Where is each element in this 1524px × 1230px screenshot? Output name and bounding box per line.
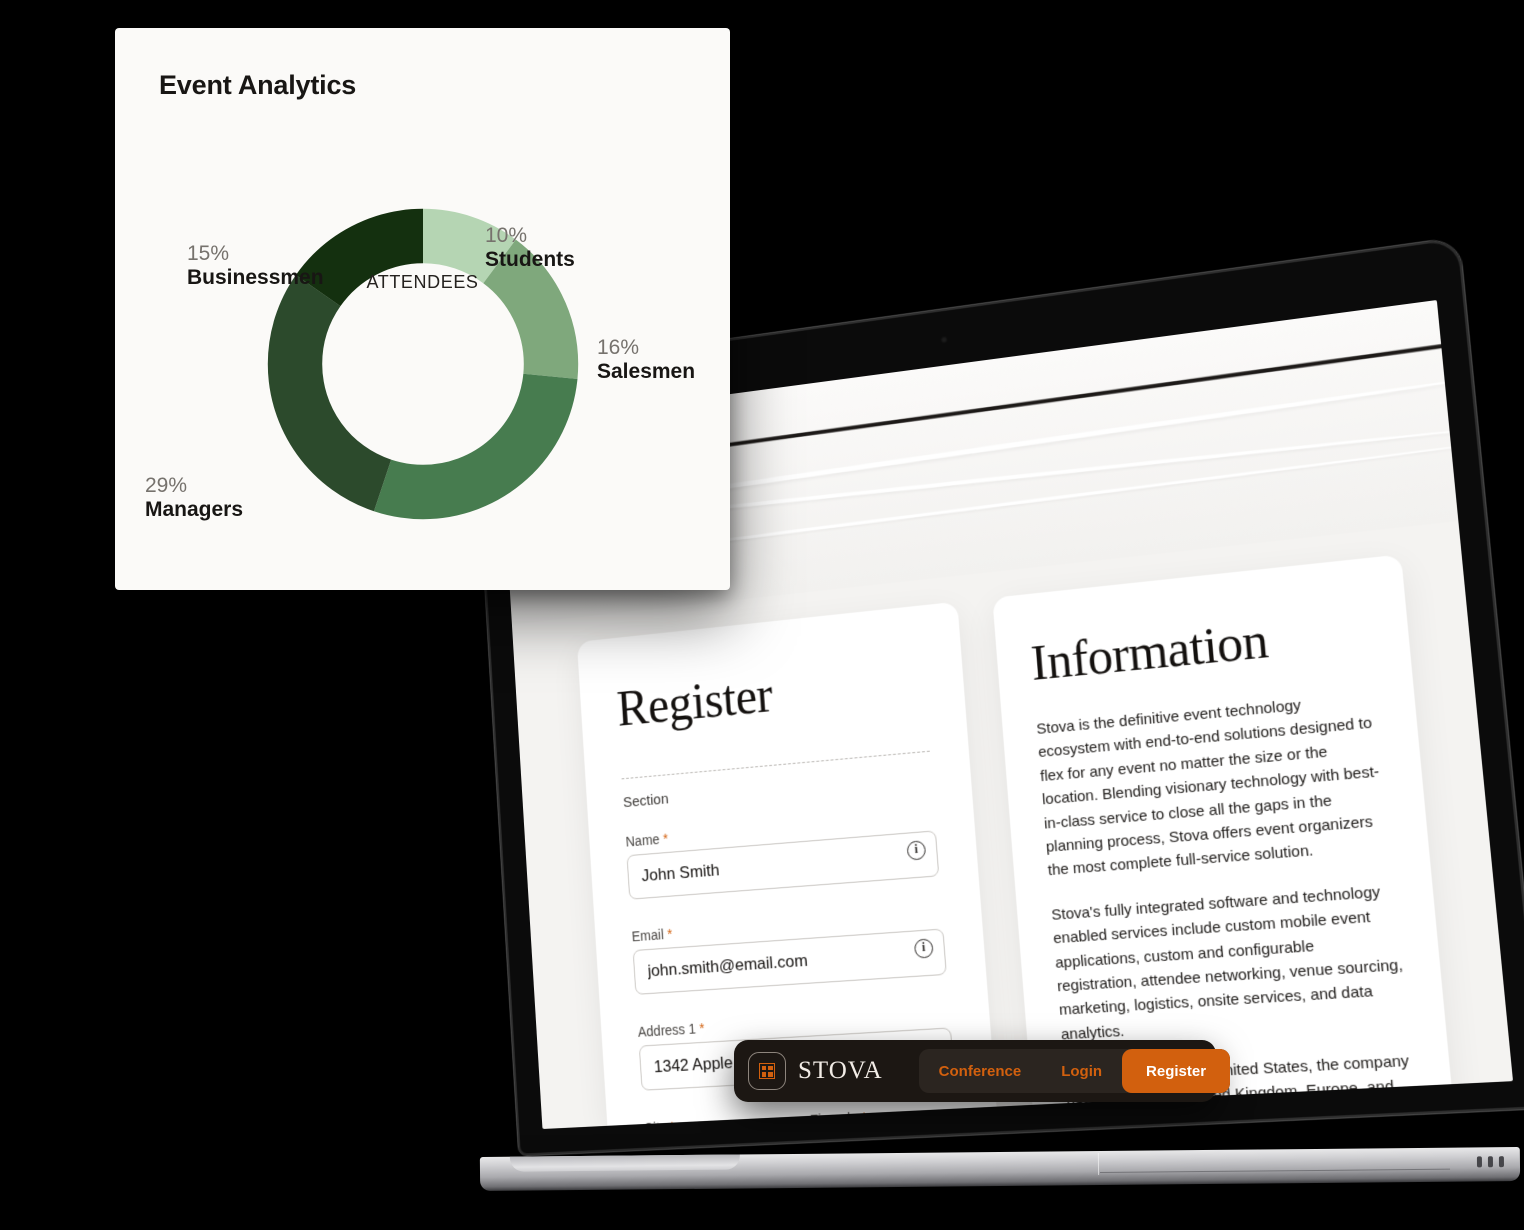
donut-label-percent: 29% xyxy=(145,474,188,497)
donut-label-salesmen: 16% Salesmen xyxy=(597,336,695,383)
field-row-city-zip: City * Zipcode * xyxy=(644,1105,965,1126)
field-zipcode: Zipcode * xyxy=(810,1105,962,1126)
laptop-base-vents xyxy=(1476,1156,1505,1168)
donut-label-percent: 10% xyxy=(485,224,528,247)
donut-label-name: Businessmen xyxy=(187,265,324,289)
field-name: Name * i xyxy=(625,808,940,900)
field-label-text: Name xyxy=(625,831,661,850)
laptop-base-divider xyxy=(1097,1153,1100,1176)
info-icon[interactable]: i xyxy=(913,938,934,959)
donut-label-name: Students xyxy=(485,247,575,271)
field-label-text: Zipcode xyxy=(809,1109,859,1126)
stova-wordmark: STOVA xyxy=(798,1057,883,1084)
laptop-base-notch xyxy=(509,1154,740,1172)
grid-cell xyxy=(761,1071,767,1077)
required-marker: * xyxy=(669,1119,675,1126)
field-label-text: City xyxy=(644,1119,667,1126)
vent-slot xyxy=(1476,1156,1483,1168)
event-analytics-card: Event Analytics ATTENDEES 10% Students 1… xyxy=(115,28,730,590)
required-marker: * xyxy=(666,925,673,942)
vent-slot xyxy=(1498,1156,1505,1168)
grid-icon-inner xyxy=(759,1063,775,1079)
field-city: City * xyxy=(644,1113,790,1126)
navbar-links-pill: Conference Login Register xyxy=(918,1049,1231,1093)
grid-logo-icon[interactable] xyxy=(748,1052,786,1090)
nav-link-conference[interactable]: Conference xyxy=(919,1063,1042,1080)
scene: Register Section Name * i xyxy=(0,0,1524,1230)
grid-cell xyxy=(767,1071,773,1077)
field-label-address1: Address 1 * xyxy=(637,1005,950,1040)
information-title: Information xyxy=(1028,611,1271,691)
analytics-title: Event Analytics xyxy=(159,70,357,100)
field-email: Email * i xyxy=(631,906,947,995)
field-label-city: City * xyxy=(644,1113,787,1126)
required-marker: * xyxy=(698,1020,705,1037)
required-marker: * xyxy=(861,1109,868,1126)
nav-register-button[interactable]: Register xyxy=(1122,1049,1231,1093)
vent-slot xyxy=(1487,1156,1494,1168)
field-label-zipcode: Zipcode * xyxy=(810,1105,958,1126)
grid-cell xyxy=(761,1065,767,1071)
nav-link-login[interactable]: Login xyxy=(1041,1063,1122,1080)
donut-label-businessmen: 15% Businessmen xyxy=(187,242,324,289)
information-paragraph: Stova is the definitive event technology… xyxy=(1035,696,1381,880)
donut-label-managers: 29% Managers xyxy=(145,474,243,521)
field-label-text: Email xyxy=(631,926,665,945)
required-marker: * xyxy=(662,830,669,847)
page-body: Register Section Name * i xyxy=(512,521,1513,1130)
donut-label-name: Salesmen xyxy=(597,359,696,383)
donut-label-name: Managers xyxy=(145,497,244,521)
information-paragraph: Stova's fully integrated software and te… xyxy=(1050,882,1404,1044)
webcam-icon xyxy=(940,335,948,344)
field-label-text: Address 1 xyxy=(637,1020,697,1040)
stova-navbar: STOVA Conference Login Register xyxy=(734,1040,1231,1102)
donut-label-students: 10% Students xyxy=(485,224,575,271)
donut-label-percent: 15% xyxy=(187,242,230,265)
grid-cell xyxy=(767,1065,773,1071)
donut-label-percent: 16% xyxy=(597,336,640,359)
register-title: Register xyxy=(615,667,774,738)
donut-chart-area: ATTENDEES 10% Students 16% Salesmen 28% … xyxy=(115,124,730,544)
